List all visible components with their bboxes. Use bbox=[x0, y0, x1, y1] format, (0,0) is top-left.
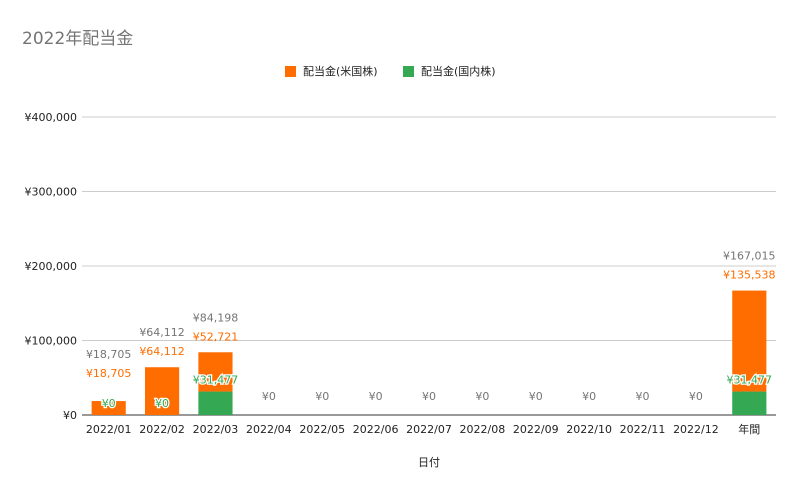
x-tick-label: 2022/07 bbox=[406, 423, 452, 436]
data-label-total: ¥18,705 bbox=[86, 348, 132, 361]
x-tick-label: 2022/02 bbox=[139, 423, 185, 436]
legend-label: 配当金(国内株) bbox=[421, 64, 496, 78]
x-tick-label: 2022/08 bbox=[460, 423, 506, 436]
legend: 配当金(米国株) 配当金(国内株) bbox=[285, 64, 496, 78]
chart-title: 2022年配当金 bbox=[22, 29, 133, 49]
y-axis: ¥0 ¥100,000 ¥200,000 ¥300,000 ¥400,000 bbox=[25, 111, 78, 422]
chart-root: 2022年配当金 配当金(米国株) 配当金(国内株) ¥0 ¥100,000 ¥200… bbox=[0, 0, 802, 493]
data-label-us: ¥135,538 bbox=[723, 269, 776, 282]
x-tick-label: 2022/09 bbox=[513, 423, 559, 436]
data-label-us: ¥52,721 bbox=[193, 330, 239, 343]
data-label-domestic: ¥0 bbox=[475, 390, 489, 403]
data-label-total: ¥167,015 bbox=[723, 250, 776, 263]
x-tick-label: 2022/01 bbox=[86, 423, 132, 436]
x-axis-label: 日付 bbox=[418, 456, 440, 469]
legend-swatch bbox=[285, 66, 296, 77]
x-tick-label: 2022/11 bbox=[620, 423, 666, 436]
data-label-domestic: ¥0 bbox=[102, 397, 116, 410]
bar-domestic bbox=[732, 391, 767, 415]
x-tick-label: 2022/10 bbox=[566, 423, 612, 436]
data-label-domestic: ¥0 bbox=[369, 390, 383, 403]
y-tick-label: ¥400,000 bbox=[25, 111, 78, 124]
data-label-us: ¥18,705 bbox=[86, 367, 132, 380]
x-tick-label: 2022/05 bbox=[299, 423, 345, 436]
data-label-us: ¥64,112 bbox=[139, 345, 185, 358]
data-label-domestic: ¥0 bbox=[422, 390, 436, 403]
y-tick-label: ¥100,000 bbox=[25, 335, 78, 348]
data-label-domestic: ¥31,477 bbox=[193, 374, 239, 387]
x-tick-label: 2022/03 bbox=[193, 423, 239, 436]
data-label-domestic: ¥0 bbox=[155, 397, 169, 410]
x-tick-label: 2022/12 bbox=[673, 423, 719, 436]
y-tick-label: ¥0 bbox=[63, 409, 77, 422]
data-label-total: ¥64,112 bbox=[139, 326, 185, 339]
gridlines bbox=[82, 116, 776, 416]
data-labels: ¥18,705 ¥18,705 ¥0 ¥64,112 ¥64,112 ¥0 ¥84,198 ¥… bbox=[86, 250, 776, 412]
x-tick-label: 2022/04 bbox=[246, 423, 292, 436]
chart-svg: 2022年配当金 配当金(米国株) 配当金(国内株) ¥0 ¥100,000 ¥200… bbox=[22, 29, 776, 469]
data-label-domestic: ¥0 bbox=[262, 390, 276, 403]
x-axis: 2022/01 2022/02 2022/03 2022/04 2022/05 2022/… bbox=[86, 422, 760, 436]
data-label-domestic: ¥0 bbox=[636, 390, 650, 403]
data-label-domestic: ¥31,477 bbox=[727, 374, 773, 387]
bar-domestic bbox=[198, 391, 233, 415]
y-tick-label: ¥200,000 bbox=[25, 260, 78, 273]
y-tick-label: ¥300,000 bbox=[25, 186, 78, 199]
data-label-domestic: ¥0 bbox=[529, 390, 543, 403]
legend-label: 配当金(米国株) bbox=[303, 64, 378, 78]
x-tick-label: 2022/06 bbox=[353, 423, 399, 436]
x-tick-label: 年間 bbox=[738, 422, 760, 436]
data-label-domestic: ¥0 bbox=[315, 390, 329, 403]
data-label-domestic: ¥0 bbox=[689, 390, 703, 403]
data-label-total: ¥84,198 bbox=[193, 311, 239, 324]
legend-swatch bbox=[403, 66, 414, 77]
data-label-domestic: ¥0 bbox=[582, 390, 596, 403]
